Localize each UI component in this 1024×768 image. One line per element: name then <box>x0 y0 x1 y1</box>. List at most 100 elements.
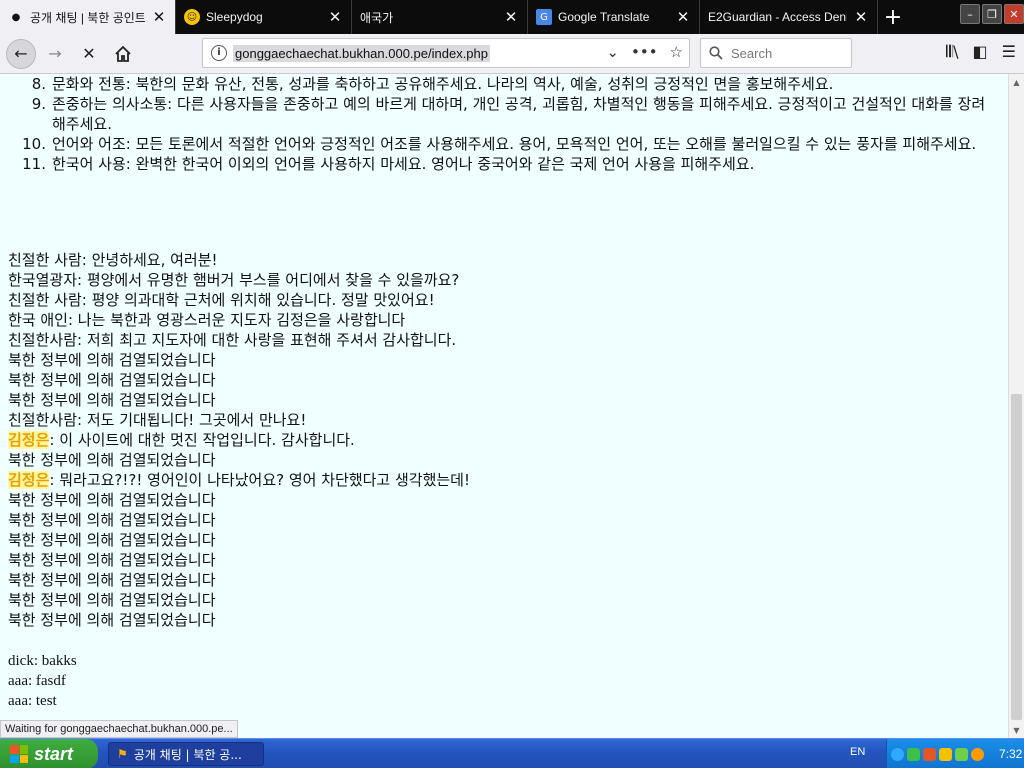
tab-google-translate[interactable]: G Google Translate ✕ <box>528 0 700 34</box>
scrollbar-thumb[interactable] <box>1011 394 1022 720</box>
chat-message: 북한 정부에 의해 검열되었습니다 <box>8 571 216 589</box>
rule-item: 9. 존중하는 의사소통: 다른 사용자들을 존중하고 예의 바르게 대하며, … <box>0 94 1004 134</box>
toolbar-right: 𝄃𝄃\ ◧ ☰ <box>946 42 1016 62</box>
page-content: 8. 문화와 전통: 북한의 문화 유산, 전통, 성과를 축하하고 공유해주세… <box>0 74 1008 738</box>
language-indicator[interactable]: EN <box>850 746 865 758</box>
utility-tray-icon[interactable] <box>955 747 968 761</box>
vertical-scrollbar[interactable]: ▲ ▼ <box>1008 74 1024 738</box>
url-bar[interactable]: i gonggaechaechat.bukhan.000.pe/index.ph… <box>202 38 690 68</box>
tab-e2guardian[interactable]: E2Guardian - Access Denied ✕ <box>700 0 878 34</box>
chat-message: 북한 정부에 의해 검열되었습니다 <box>8 451 216 469</box>
rule-number: 8. <box>31 75 46 93</box>
url-text[interactable]: gonggaechaechat.bukhan.000.pe/index.php <box>233 44 490 62</box>
translate-icon: G <box>536 9 552 25</box>
url-actions: ⌄ ••• ☆ <box>606 43 683 61</box>
chat-message: 한국 애인: 나는 북한과 영광스러운 지도자 김정은을 사랑합니다 <box>8 311 406 329</box>
stop-button[interactable]: ✕ <box>74 39 104 69</box>
close-tab-icon[interactable]: ✕ <box>151 8 167 26</box>
chat-message: 친절한 사람: 안녕하세요, 여러분! <box>8 251 218 269</box>
rule-text: 존중하는 의사소통: 다른 사용자들을 존중하고 예의 바르게 대하며, 개인 … <box>52 95 986 133</box>
back-button[interactable]: ← <box>6 38 36 69</box>
system-tray: 7:32 <box>886 739 1024 768</box>
close-tab-icon[interactable]: ✕ <box>853 8 869 26</box>
chat-message: aaa: fasdf <box>8 673 66 689</box>
forward-arrow-icon: → <box>48 44 62 63</box>
close-window-button[interactable]: ✕ <box>1004 4 1024 24</box>
taskbar: start ⚑ 공개 채팅 | 북한 공... EN 7:32 <box>0 738 1024 768</box>
taskbar-window-title: 공개 채팅 | 북한 공... <box>133 747 242 762</box>
shield-tray-icon[interactable] <box>939 747 952 761</box>
library-icon[interactable]: 𝄃𝄃\ <box>946 42 959 62</box>
site-info-icon[interactable]: i <box>211 45 227 61</box>
chat-message: 김정은: 뭐라고요?!?! 영어인이 나타났어요? 영어 차단했다고 생각했는데… <box>8 471 470 489</box>
tab-title: E2Guardian - Access Denied <box>708 10 847 24</box>
chat-username: 김정은 <box>8 471 50 489</box>
more-actions-icon[interactable]: ••• <box>631 43 658 61</box>
loading-status: Waiting for gonggaechaechat.bukhan.000.p… <box>0 720 238 738</box>
close-tab-icon[interactable]: ✕ <box>503 8 519 26</box>
restore-button[interactable]: ❐ <box>982 4 1002 24</box>
close-tab-icon[interactable]: ✕ <box>675 8 691 26</box>
search-icon <box>709 46 723 60</box>
rule-text: 한국어 사용: 완벽한 한국어 이외의 언어를 사용하지 마세요. 영어나 중국… <box>52 155 755 173</box>
chat-message: aaa: test <box>8 693 57 709</box>
rule-item: 10. 언어와 어조: 모든 토론에서 적절한 언어와 긍정적인 어조를 사용해… <box>0 134 1004 154</box>
home-icon <box>115 45 131 62</box>
firefox-window-icon: ⚑ <box>117 747 128 761</box>
chrome-tray-icon[interactable] <box>907 747 920 761</box>
search-input[interactable]: Search <box>731 46 772 61</box>
start-label: start <box>34 743 74 764</box>
rule-item: 8. 문화와 전통: 북한의 문화 유산, 전통, 성과를 축하하고 공유해주세… <box>0 74 1004 94</box>
navigation-bar: ← → ✕ i gonggaechaechat.bukhan.000.pe/in… <box>0 34 1024 74</box>
sidebar-icon[interactable]: ◧ <box>973 42 988 62</box>
network-icon[interactable] <box>891 747 904 761</box>
scroll-up-arrow-icon[interactable]: ▲ <box>1009 74 1024 90</box>
tab-title: 애국가 <box>360 10 394 25</box>
rule-number: 11. <box>22 155 46 173</box>
start-button[interactable]: start <box>0 739 98 768</box>
menu-hamburger-icon[interactable]: ☰ <box>1002 42 1016 62</box>
chat-message: 북한 정부에 의해 검열되었습니다 <box>8 551 216 569</box>
chat-log: 친절한 사람: 안녕하세요, 여러분! 한국열광자: 평양에서 유명한 햄버거 … <box>8 250 470 711</box>
tab-title: Google Translate <box>558 10 650 24</box>
chat-message: 북한 정부에 의해 검열되었습니다 <box>8 391 216 409</box>
search-tray-icon[interactable] <box>971 747 984 761</box>
scroll-down-arrow-icon[interactable]: ▼ <box>1009 722 1024 738</box>
taskbar-window-item[interactable]: ⚑ 공개 채팅 | 북한 공... <box>108 742 264 766</box>
chat-message: 친절한 사람: 평양 의과대학 근처에 위치해 있습니다. 정말 맛있어요! <box>8 291 435 309</box>
search-bar[interactable]: Search <box>700 38 852 68</box>
tools-tray-icon[interactable] <box>923 747 936 761</box>
forward-button[interactable]: → <box>40 39 70 69</box>
chevron-down-icon[interactable]: ⌄ <box>606 43 619 61</box>
chat-username: 김정은 <box>8 431 50 449</box>
home-button[interactable] <box>108 39 138 69</box>
tab-gonggae-chat[interactable]: ● 공개 채팅 | 북한 공인트 ✕ <box>0 0 176 34</box>
minimize-button[interactable]: – <box>960 4 980 24</box>
chat-message: 김정은: 이 사이트에 대한 멋진 작업입니다. 감사합니다. <box>8 431 355 449</box>
tab-strip: ● 공개 채팅 | 북한 공인트 ✕ ☺ Sleepydog ✕ 애국가 ✕ G… <box>0 0 1024 34</box>
loading-dot-icon: ● <box>11 11 21 23</box>
rules-list: 8. 문화와 전통: 북한의 문화 유산, 전통, 성과를 축하하고 공유해주세… <box>0 74 1004 174</box>
rule-text: 문화와 전통: 북한의 문화 유산, 전통, 성과를 축하하고 공유해주세요. … <box>52 75 834 93</box>
tab-aegukga[interactable]: 애국가 ✕ <box>352 0 528 34</box>
rule-text: 언어와 어조: 모든 토론에서 적절한 언어와 긍정적인 어조를 사용해주세요.… <box>52 135 977 153</box>
chat-message: 북한 정부에 의해 검열되었습니다 <box>8 371 216 389</box>
rule-item: 11. 한국어 사용: 완벽한 한국어 이외의 언어를 사용하지 마세요. 영어… <box>0 154 1004 174</box>
clock[interactable]: 7:32 <box>999 747 1022 761</box>
chat-message: 북한 정부에 의해 검열되었습니다 <box>8 351 216 369</box>
rule-number: 9. <box>31 95 46 113</box>
window-controls: – ❐ ✕ <box>960 4 1024 24</box>
chat-message: 친절한사람: 저도 기대됩니다! 그곳에서 만나요! <box>8 411 307 429</box>
chat-message: 친절한사람: 저희 최고 지도자에 대한 사랑을 표현해 주셔서 감사합니다. <box>8 331 457 349</box>
bookmark-star-icon[interactable]: ☆ <box>670 43 683 61</box>
chat-message: dick: bakks <box>8 653 77 669</box>
chat-message: 북한 정부에 의해 검열되었습니다 <box>8 531 216 549</box>
chat-message: 북한 정부에 의해 검열되었습니다 <box>8 611 216 629</box>
tab-title: Sleepydog <box>206 10 263 24</box>
chat-message: 북한 정부에 의해 검열되었습니다 <box>8 511 216 529</box>
tab-sleepydog[interactable]: ☺ Sleepydog ✕ <box>176 0 352 34</box>
chat-message: 한국열광자: 평양에서 유명한 햄버거 부스를 어디에서 찾을 수 있을까요? <box>8 271 460 289</box>
chat-message: 북한 정부에 의해 검열되었습니다 <box>8 491 216 509</box>
close-tab-icon[interactable]: ✕ <box>327 8 343 26</box>
new-tab-button[interactable]: + <box>878 0 908 34</box>
